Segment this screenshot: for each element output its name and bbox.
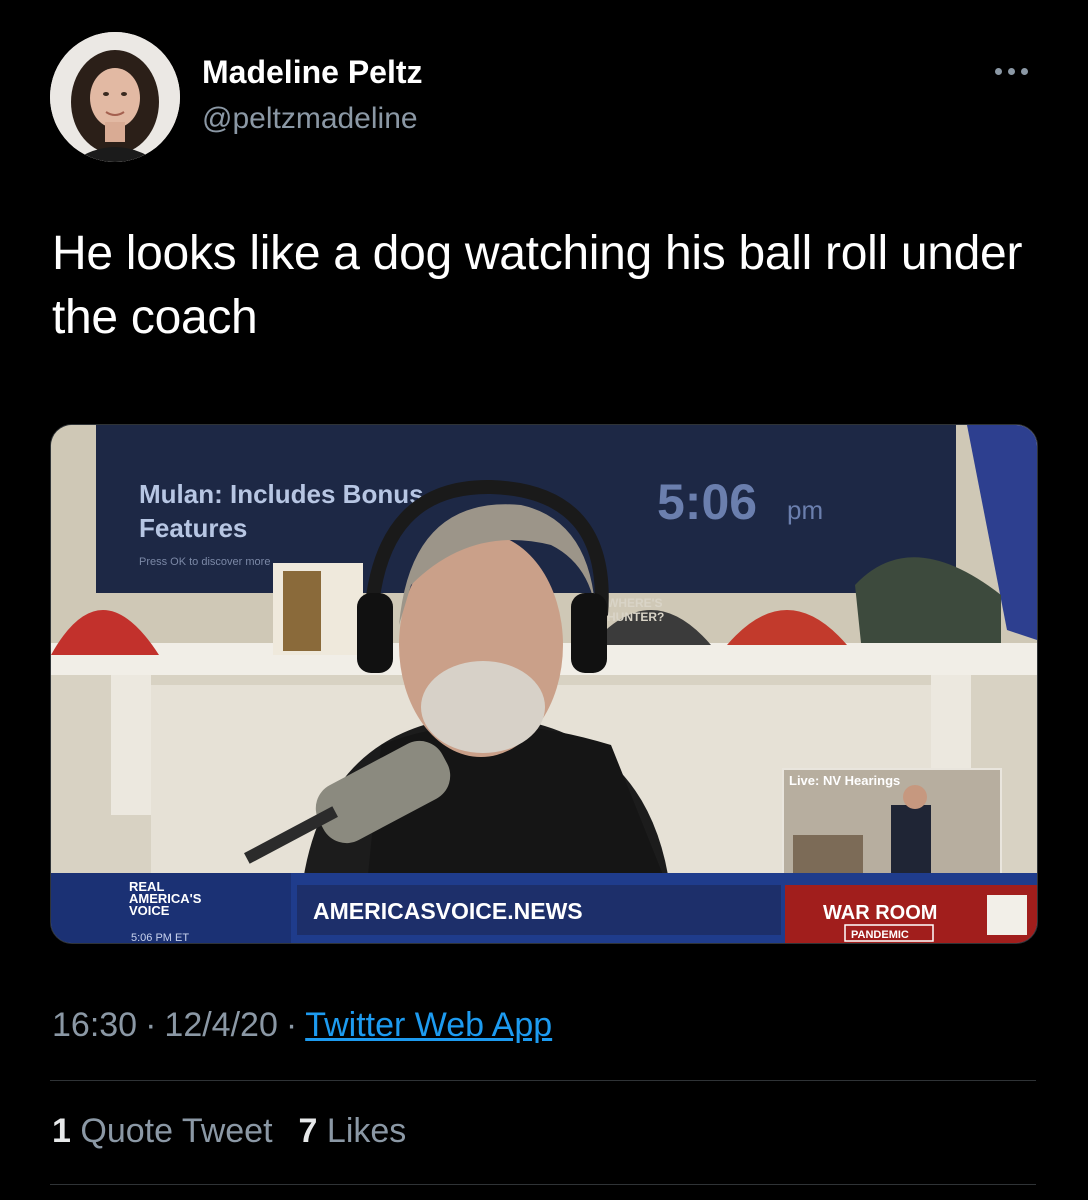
avatar[interactable]: [50, 32, 180, 162]
tweet-stats: 1 Quote Tweet 7 Likes: [52, 1112, 406, 1151]
tweet-media-image[interactable]: Mulan: Includes Bonus Features Press OK …: [50, 424, 1038, 944]
likes-stat[interactable]: 7 Likes: [299, 1112, 407, 1150]
divider: [50, 1184, 1036, 1185]
ticker-text: AMERICASVOICE.NEWS: [313, 898, 583, 924]
more-icon[interactable]: [986, 56, 1036, 86]
show-name: WAR ROOM: [823, 902, 937, 924]
tweet-meta: 16:30 · 12/4/20 · Twitter Web App: [52, 1006, 552, 1045]
logo-text: VOICE: [129, 903, 170, 918]
tweet-date: 12/4/20: [164, 1006, 278, 1044]
separator: ·: [285, 1006, 298, 1044]
separator: ·: [145, 1006, 157, 1044]
divider: [50, 1080, 1036, 1081]
tweet-text: He looks like a dog watching his ball ro…: [52, 227, 1023, 344]
tv-title: Features: [139, 513, 247, 543]
show-sub: PANDEMIC: [851, 929, 909, 941]
logo-time: 5:06 PM ET: [131, 932, 189, 943]
hat-text: HUNTER?: [607, 610, 664, 624]
tv-clock-suffix: pm: [787, 495, 823, 525]
user-handle[interactable]: @peltzmadeline: [202, 102, 418, 136]
tweet-time: 16:30: [52, 1006, 138, 1044]
tv-hint: Press OK to discover more: [139, 556, 270, 568]
hat-text: WHERE'S: [607, 596, 663, 610]
inset-label: Live: NV Hearings: [789, 773, 900, 788]
quote-tweets-stat[interactable]: 1 Quote Tweet: [52, 1112, 273, 1150]
display-name[interactable]: Madeline Peltz: [202, 54, 423, 91]
tweet-source-link[interactable]: Twitter Web App: [305, 1006, 552, 1044]
tv-title: Mulan: Includes Bonus: [139, 479, 424, 509]
tv-clock: 5:06: [657, 474, 757, 530]
